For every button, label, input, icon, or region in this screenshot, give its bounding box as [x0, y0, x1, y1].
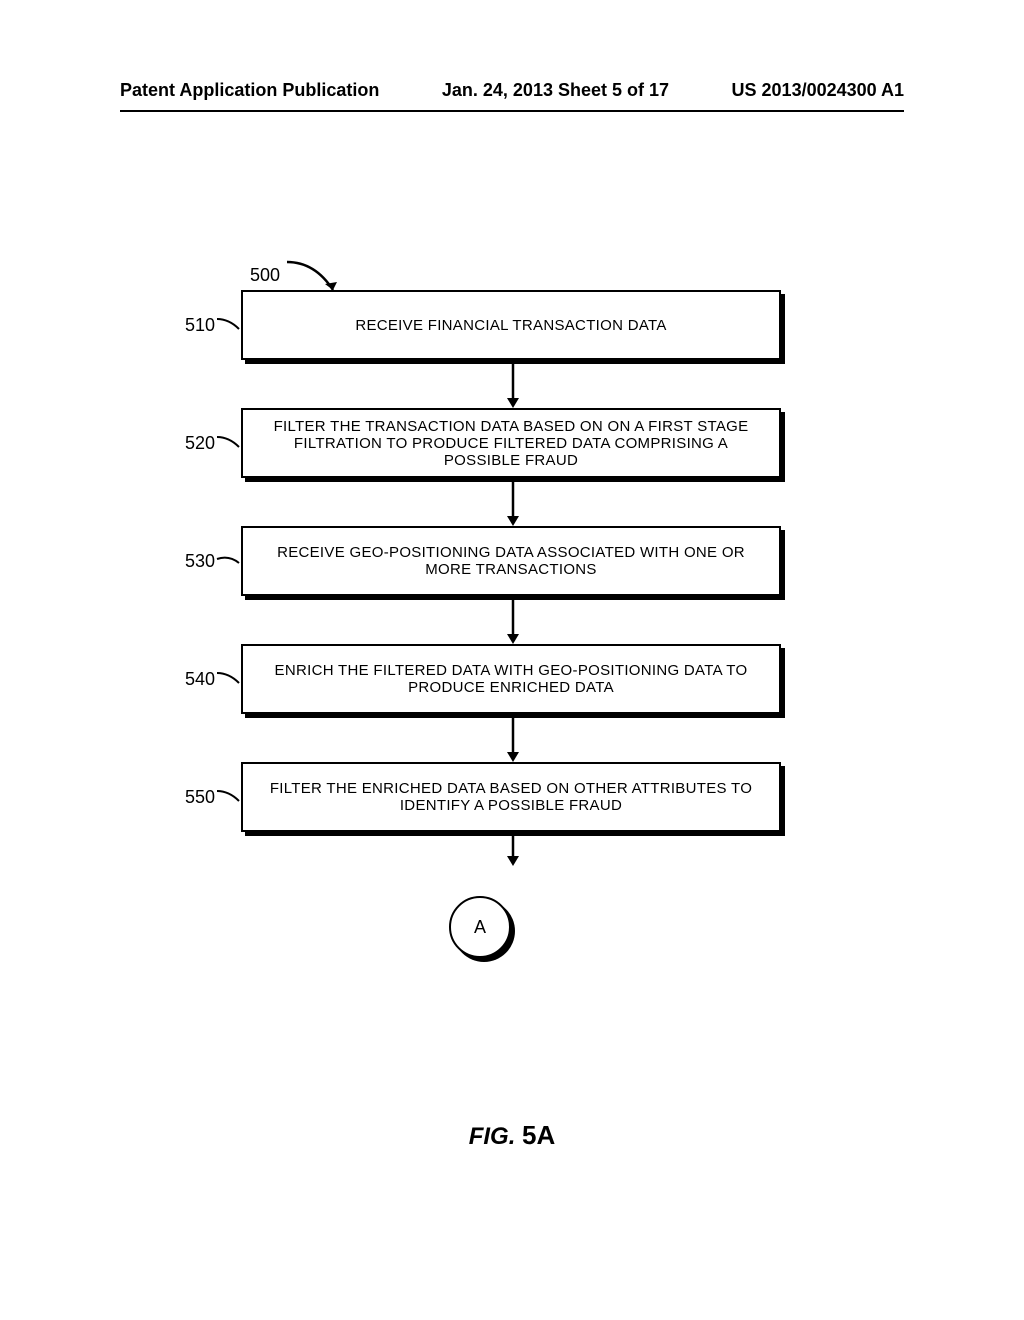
ref-hook-icon	[215, 671, 241, 687]
header-left: Patent Application Publication	[120, 80, 379, 101]
step-text: ENRICH THE FILTERED DATA WITH GEO-POSITI…	[257, 662, 765, 696]
ref-hook-icon	[215, 317, 241, 333]
step-text: RECEIVE FINANCIAL TRANSACTION DATA	[355, 317, 666, 334]
step-box-540: ENRICH THE FILTERED DATA WITH GEO-POSITI…	[241, 644, 781, 714]
header-center: Jan. 24, 2013 Sheet 5 of 17	[379, 80, 731, 101]
step-row: 530 RECEIVE GEO-POSITIONING DATA ASSOCIA…	[175, 526, 785, 596]
ref-hook-icon	[215, 553, 241, 569]
arrow-down-icon	[175, 596, 785, 644]
step-box-550: FILTER THE ENRICHED DATA BASED ON OTHER …	[241, 762, 781, 832]
ref-hook-icon	[215, 789, 241, 805]
step-text: RECEIVE GEO-POSITIONING DATA ASSOCIATED …	[257, 544, 765, 578]
step-box-510: RECEIVE FINANCIAL TRANSACTION DATA	[241, 290, 781, 360]
step-row: 550 FILTER THE ENRICHED DATA BASED ON OT…	[175, 762, 785, 832]
arrow-down-icon	[175, 714, 785, 762]
ref-540: 540	[175, 669, 215, 690]
step-box-530: RECEIVE GEO-POSITIONING DATA ASSOCIATED …	[241, 526, 781, 596]
figure-label: FIG. 5A	[0, 1120, 1024, 1151]
header-rule	[120, 110, 904, 112]
step-text: FILTER THE ENRICHED DATA BASED ON OTHER …	[257, 780, 765, 814]
figure-number: 5A	[522, 1120, 555, 1150]
figure-prefix: FIG.	[469, 1123, 522, 1150]
ref-520: 520	[175, 433, 215, 454]
step-row: 520 FILTER THE TRANSACTION DATA BASED ON…	[175, 408, 785, 478]
page: Patent Application Publication Jan. 24, …	[0, 0, 1024, 1320]
ref-550: 550	[175, 787, 215, 808]
arrow-down-icon	[175, 478, 785, 526]
arrow-down-icon	[175, 832, 785, 866]
ref-hook-icon	[215, 435, 241, 451]
header-right: US 2013/0024300 A1	[732, 80, 904, 101]
ref-530: 530	[175, 551, 215, 572]
diagram-leader: 500	[175, 260, 785, 290]
ref-510: 510	[175, 315, 215, 336]
ref-500: 500	[250, 265, 280, 286]
step-box-520: FILTER THE TRANSACTION DATA BASED ON ON …	[241, 408, 781, 478]
step-text: FILTER THE TRANSACTION DATA BASED ON ON …	[257, 418, 765, 469]
arrow-down-icon	[175, 360, 785, 408]
page-header: Patent Application Publication Jan. 24, …	[0, 80, 1024, 101]
step-row: 540 ENRICH THE FILTERED DATA WITH GEO-PO…	[175, 644, 785, 714]
step-row: 510 RECEIVE FINANCIAL TRANSACTION DATA	[175, 290, 785, 360]
off-page-connector: A	[175, 866, 785, 966]
connector-label: A	[474, 917, 486, 938]
flowchart: 500 510 RECEIVE FINANCIAL TRANSACTION DA…	[175, 260, 785, 966]
